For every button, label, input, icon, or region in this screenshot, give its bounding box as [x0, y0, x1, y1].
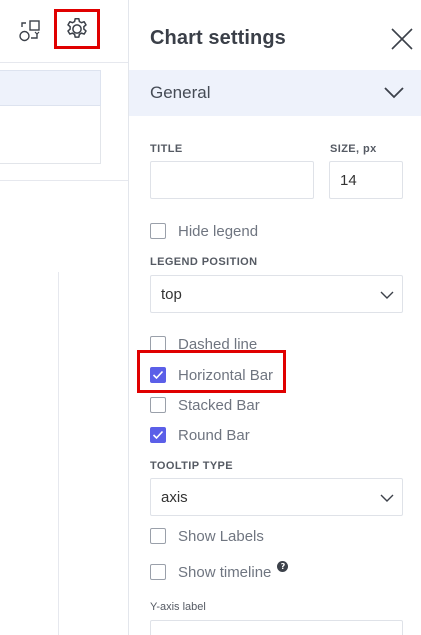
section-title: General: [150, 83, 211, 102]
shapes-button[interactable]: [13, 14, 47, 48]
hide-legend-checkbox[interactable]: Hide legend: [150, 220, 258, 242]
list-item[interactable]: [0, 106, 101, 164]
horizontal-bar-label: Horizontal Bar: [178, 366, 274, 384]
shapes-icon: [19, 20, 40, 42]
legend-position-value: top: [161, 286, 182, 303]
round-bar-checkbox[interactable]: Round Bar: [150, 424, 250, 446]
list-item-selected[interactable]: [0, 70, 101, 106]
section-general-header[interactable]: General: [129, 70, 421, 116]
round-bar-label: Round Bar: [178, 426, 250, 444]
chart-settings-panel: Chart settings General TITLE SIZE, px Hi…: [129, 0, 421, 635]
legend-position-select[interactable]: top: [150, 275, 403, 313]
widget-toolbar: [0, 0, 128, 62]
checkbox-unchecked[interactable]: [150, 336, 166, 352]
show-labels-label: Show Labels: [178, 527, 264, 545]
chart-axis-line: [58, 272, 59, 635]
checkbox-checked[interactable]: [150, 367, 166, 383]
title-input[interactable]: [150, 161, 314, 199]
panel-title: Chart settings: [150, 27, 286, 49]
dashed-line-label: Dashed line: [178, 335, 258, 353]
y-axis-label: Y-axis label: [150, 601, 206, 613]
close-button[interactable]: [389, 26, 415, 52]
size-input[interactable]: [329, 161, 403, 199]
show-timeline-checkbox[interactable]: Show timeline ?: [150, 560, 289, 583]
checkbox-unchecked[interactable]: [150, 397, 166, 413]
close-icon: [391, 28, 413, 50]
dashed-line-checkbox[interactable]: Dashed line: [150, 333, 257, 355]
tooltip-type-value: axis: [161, 489, 188, 506]
checkbox-checked[interactable]: [150, 427, 166, 443]
section-divider: [0, 180, 128, 181]
dashboard-area: [0, 0, 128, 635]
toolbar-divider: [0, 62, 128, 63]
chevron-down-icon: [380, 291, 394, 299]
chevron-down-icon: [380, 494, 394, 502]
stacked-bar-checkbox[interactable]: Stacked Bar: [150, 394, 260, 416]
checkmark-icon: [152, 370, 164, 380]
checkmark-icon: [152, 430, 164, 440]
y-axis-input[interactable]: [150, 620, 403, 635]
app-window: Chart settings General TITLE SIZE, px Hi…: [0, 0, 421, 635]
title-label: TITLE: [150, 143, 183, 155]
tooltip-type-select[interactable]: axis: [150, 478, 403, 516]
hide-legend-label: Hide legend: [178, 222, 259, 240]
chart-settings-button[interactable]: [54, 9, 100, 49]
size-label: SIZE, px: [330, 143, 377, 155]
show-labels-checkbox[interactable]: Show Labels: [150, 525, 264, 547]
help-icon[interactable]: ?: [277, 560, 289, 572]
show-timeline-label: Show timeline: [178, 563, 272, 581]
tooltip-type-label: TOOLTIP TYPE: [150, 460, 234, 472]
horizontal-bar-checkbox[interactable]: Horizontal Bar: [150, 364, 273, 386]
stacked-bar-label: Stacked Bar: [178, 396, 260, 414]
gear-icon: [67, 17, 87, 38]
checkbox-unchecked[interactable]: [150, 528, 166, 544]
legend-position-label: LEGEND POSITION: [150, 256, 258, 268]
checkbox-unchecked[interactable]: [150, 564, 166, 580]
checkbox-unchecked[interactable]: [150, 223, 166, 239]
chevron-down-icon: [384, 87, 404, 99]
